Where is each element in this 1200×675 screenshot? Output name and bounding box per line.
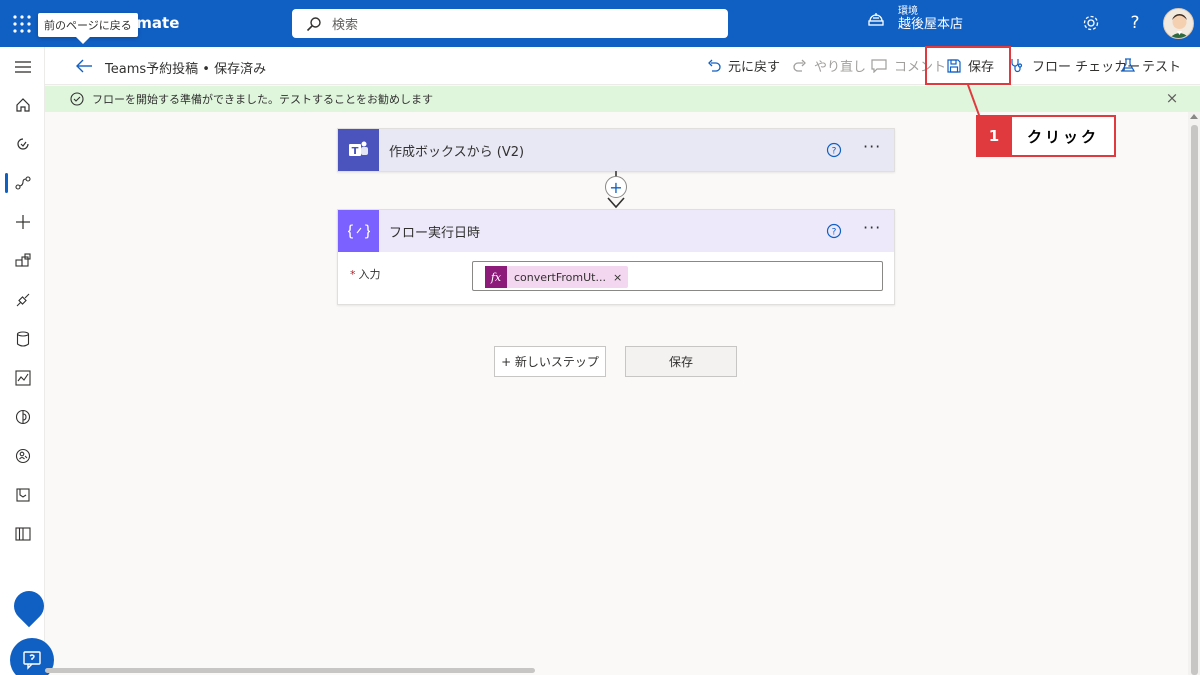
step-header[interactable]: { } フロー実行日時 ? ··· <box>338 210 894 252</box>
token-text: convertFromUt... <box>514 270 606 284</box>
token-remove-icon[interactable]: × <box>613 271 628 284</box>
nav-action-items-icon[interactable] <box>0 126 45 162</box>
close-message-icon[interactable]: × <box>1164 90 1180 106</box>
more-options-icon[interactable]: ··· <box>863 218 881 237</box>
flow-step-card-trigger[interactable]: T 作成ボックスから (V2) ? ··· <box>337 128 895 172</box>
step-title: 作成ボックスから (V2) <box>389 144 525 160</box>
environment-picker[interactable]: 環境 越後屋本店 <box>866 6 963 32</box>
success-message-bar: フローを開始する準備ができました。テストすることをお勧めします <box>45 86 1200 112</box>
environment-label: 環境 <box>898 6 918 17</box>
command-bar: Teams予約投稿 • 保存済み 元に戻す やり直し コメント 保存 フロー チ… <box>45 47 1200 85</box>
back-arrow-icon[interactable] <box>75 57 93 75</box>
redo-button[interactable]: やり直し <box>793 56 866 75</box>
search-placeholder: 検索 <box>332 18 359 33</box>
step-body: * 入力 fx convertFromUt... × <box>338 252 894 304</box>
top-bar: omate 前のページに戻る 検索 環境 越後屋本店 ? <box>0 0 1200 47</box>
input-field-label: * 入力 <box>350 266 381 282</box>
nav-ai-builder-icon[interactable] <box>0 399 45 435</box>
input-field[interactable]: fx convertFromUt... × <box>472 261 883 291</box>
environment-value: 越後屋本店 <box>898 16 964 32</box>
check-circle-icon <box>70 92 84 106</box>
scroll-up-arrow-icon[interactable] <box>1190 114 1198 119</box>
help-circle-icon[interactable]: ? <box>826 142 842 158</box>
step-header[interactable]: T 作成ボックスから (V2) ? ··· <box>338 129 894 171</box>
test-flask-icon <box>1121 58 1135 72</box>
step-title: フロー実行日時 <box>389 225 481 241</box>
user-avatar[interactable] <box>1163 8 1194 39</box>
nav-my-flows-icon[interactable] <box>0 165 45 201</box>
svg-text:T: T <box>351 146 358 157</box>
nav-solutions-icon[interactable] <box>0 477 45 513</box>
help-circle-icon[interactable]: ? <box>826 223 842 239</box>
callout-text: クリック <box>1012 117 1114 155</box>
nav-templates-icon[interactable] <box>0 243 45 279</box>
nav-process-advisor-icon[interactable] <box>0 438 45 474</box>
left-navigation <box>0 47 45 675</box>
search-box[interactable]: 検索 <box>292 9 728 38</box>
save-highlight-annotation <box>925 46 1011 85</box>
test-button[interactable]: テスト <box>1121 56 1181 75</box>
compose-braces-icon: { } <box>338 210 379 252</box>
nav-monitor-icon[interactable] <box>0 360 45 396</box>
nav-create-plus-icon[interactable] <box>0 204 45 240</box>
nav-hamburger-menu-icon[interactable] <box>0 49 45 85</box>
arrow-down-icon <box>607 197 625 209</box>
bottom-save-button[interactable]: 保存 <box>625 346 737 377</box>
nav-learn-book-icon[interactable] <box>0 516 45 552</box>
teams-icon: T <box>338 129 379 171</box>
back-tooltip: 前のページに戻る <box>38 13 138 44</box>
help-chat-icon <box>23 651 41 670</box>
stethoscope-icon <box>1011 59 1023 73</box>
new-step-button[interactable]: + 新しいステップ <box>494 346 606 377</box>
flow-step-card-action[interactable]: { } フロー実行日時 ? ··· *入力 fx convertFromUt..… <box>337 209 895 305</box>
fx-expression-icon: fx <box>485 266 507 288</box>
environment-icon <box>868 13 884 26</box>
flow-title: Teams予約投稿 • 保存済み <box>105 62 267 77</box>
svg-text:?: ? <box>832 228 837 238</box>
nav-connectors-icon[interactable] <box>0 282 45 318</box>
more-options-icon[interactable]: ··· <box>863 137 881 156</box>
callout-number: 1 <box>988 127 1000 145</box>
test-label: テスト <box>1142 60 1182 75</box>
svg-text:?: ? <box>832 147 837 157</box>
vertical-scrollbar[interactable] <box>1188 112 1200 675</box>
undo-label: 元に戻す <box>728 60 781 75</box>
scrollbar-thumb[interactable] <box>1191 125 1198 675</box>
settings-gear-icon[interactable] <box>1080 12 1102 34</box>
nav-home-icon[interactable] <box>0 87 45 123</box>
input-label-text: 入力 <box>358 268 381 281</box>
required-mark: * <box>350 268 356 281</box>
expression-token[interactable]: fx convertFromUt... × <box>485 266 629 288</box>
callout-annotation: 1 クリック <box>976 115 1116 157</box>
help-question-icon[interactable]: ? <box>1124 12 1146 34</box>
insert-step-button[interactable]: + <box>605 176 627 198</box>
app-launcher-icon[interactable] <box>11 13 33 35</box>
horizontal-scrollbar[interactable] <box>45 668 535 673</box>
search-icon <box>306 16 321 31</box>
redo-icon <box>793 59 806 72</box>
success-message-text: フローを開始する準備ができました。テストすることをお勧めします <box>92 93 433 106</box>
nav-data-database-icon[interactable] <box>0 321 45 357</box>
redo-label: やり直し <box>814 60 867 75</box>
undo-button[interactable]: 元に戻す <box>707 56 780 75</box>
undo-icon <box>708 59 721 72</box>
comment-icon <box>871 58 887 73</box>
